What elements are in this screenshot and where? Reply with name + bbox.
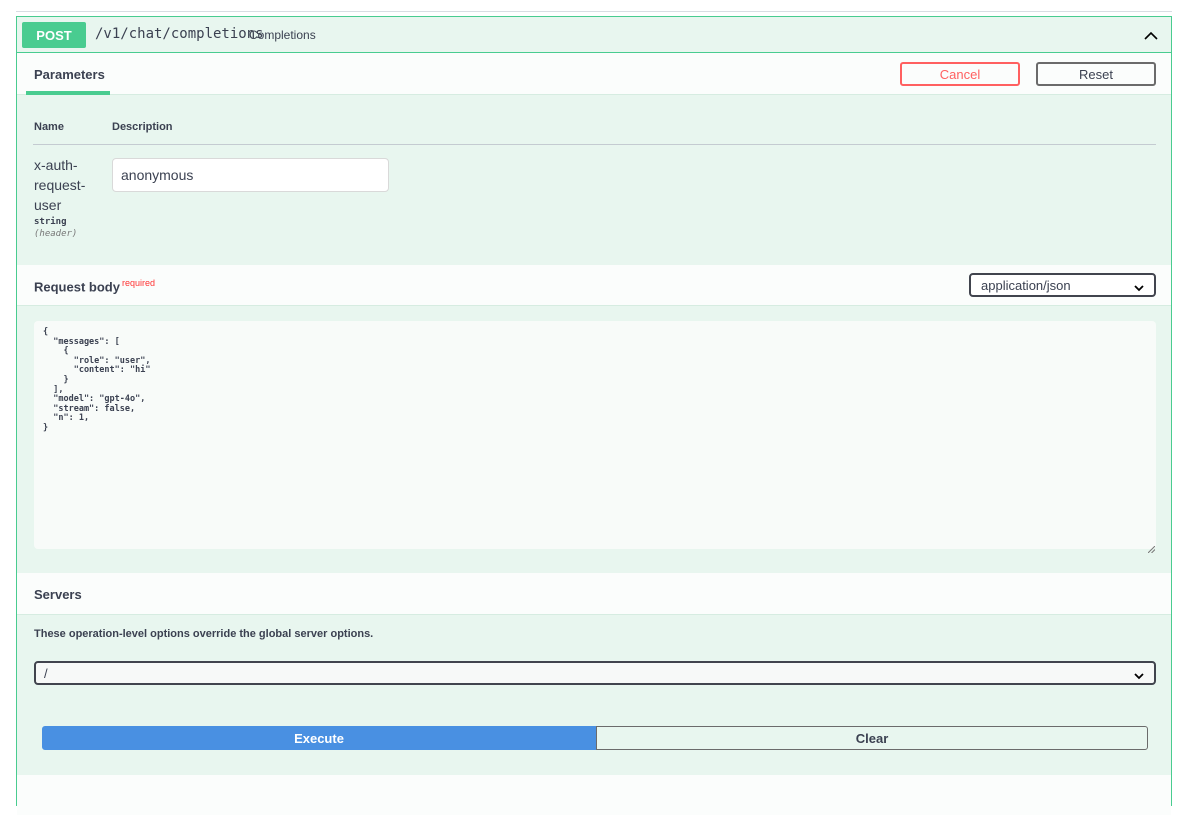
request-body-title: Request body required <box>34 278 155 294</box>
x-auth-request-user-input[interactable] <box>112 158 389 192</box>
method-badge: POST <box>22 22 86 48</box>
parameter-name: x-auth-request-user <box>34 157 86 213</box>
execute-actions: Execute Clear <box>42 726 1148 750</box>
request-body-editor[interactable]: { "messages": [ { "role": "user", "conte… <box>34 321 1156 549</box>
required-marker: required <box>121 278 155 288</box>
cancel-button[interactable]: Cancel <box>900 62 1020 86</box>
header-divider <box>33 144 1156 145</box>
servers-note: These operation-level options override t… <box>34 628 374 640</box>
request-body-header: Request body required application/json <box>17 265 1171 306</box>
server-select-value: / <box>44 665 48 681</box>
chevron-down-icon <box>1134 668 1144 683</box>
operation-summary[interactable]: POST /v1/chat/completions Completions <box>17 17 1171 53</box>
top-divider <box>16 11 1172 12</box>
tab-active-indicator <box>26 91 110 95</box>
operation-block-post: POST /v1/chat/completions Completions Pa… <box>16 16 1172 815</box>
content-type-value: application/json <box>981 277 1071 293</box>
operation-path: /v1/chat/completions <box>95 26 264 42</box>
column-header-name: Name <box>34 121 64 133</box>
reset-button[interactable]: Reset <box>1036 62 1156 86</box>
responses-header <box>17 775 1171 815</box>
server-select[interactable]: / <box>34 661 1156 685</box>
tab-parameters[interactable]: Parameters <box>34 67 105 82</box>
column-header-description: Description <box>112 121 173 133</box>
execute-button[interactable]: Execute <box>42 726 596 750</box>
operation-summary-text: Completions <box>249 28 316 42</box>
clear-button[interactable]: Clear <box>596 726 1148 750</box>
servers-title: Servers <box>34 587 82 602</box>
chevron-up-icon[interactable] <box>1141 25 1161 45</box>
request-body-label: Request body <box>34 279 120 295</box>
servers-header: Servers <box>17 573 1171 615</box>
parameter-type: string <box>34 217 67 227</box>
chevron-down-icon <box>1134 280 1144 295</box>
parameter-location: (header) <box>34 229 78 239</box>
content-type-select[interactable]: application/json <box>969 273 1156 297</box>
